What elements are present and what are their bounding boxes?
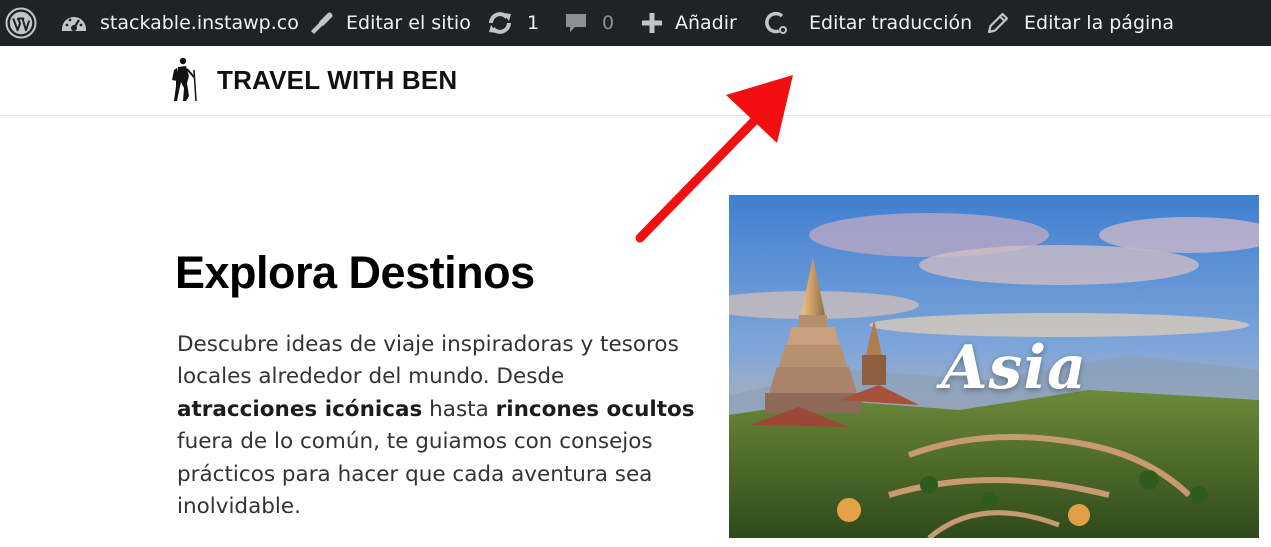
site-title[interactable]: TRAVEL WITH BEN <box>217 65 457 96</box>
hiker-logo[interactable] <box>172 56 200 102</box>
updates-icon <box>489 12 511 34</box>
updates-menu[interactable]: 1 <box>487 0 539 46</box>
updates-count: 1 <box>527 12 540 34</box>
site-header: TRAVEL WITH BEN <box>0 46 1271 116</box>
customize-label: Editar el sitio <box>346 12 471 34</box>
customize-menu[interactable]: Editar el sitio <box>306 0 471 46</box>
hero-title: Explora Destinos <box>175 247 535 298</box>
asia-destination-card[interactable]: Asia <box>729 195 1259 538</box>
wp-logo-menu[interactable] <box>4 0 38 46</box>
destination-label: Asia <box>941 333 1088 403</box>
new-content-menu[interactable]: Añadir <box>641 0 737 46</box>
hero-bold-hidden: rincones ocultos <box>495 396 695 422</box>
dashboard-icon <box>62 17 86 31</box>
customize-brush-icon <box>311 12 333 34</box>
edit-page-label: Editar la página <box>1024 12 1174 34</box>
hero-bold-iconic: atracciones icónicas <box>177 396 423 422</box>
hero-text-part: hasta <box>422 396 496 422</box>
translate-icon <box>765 11 787 34</box>
edit-page-menu[interactable]: Editar la página <box>986 0 1174 46</box>
site-name-menu[interactable]: stackable.instawp.co <box>60 0 299 46</box>
hero-description: Descubre ideas de viaje inspiradoras y t… <box>177 329 707 523</box>
wordpress-icon <box>5 7 37 39</box>
edit-translation-menu[interactable]: Editar traducción <box>763 0 972 46</box>
new-content-label: Añadir <box>675 12 737 34</box>
hero-text-part: fuera de lo común, te guiamos con consej… <box>177 429 653 520</box>
plus-icon <box>642 13 662 33</box>
pencil-icon <box>987 12 1009 34</box>
comments-count: 0 <box>602 12 615 34</box>
comments-menu[interactable]: 0 <box>564 0 614 46</box>
admin-bar: stackable.instawp.co Editar el sitio 1 0… <box>0 0 1271 46</box>
comment-icon <box>566 14 586 32</box>
site-name-label: stackable.instawp.co <box>100 12 299 34</box>
hero-text-part: Descubre ideas de viaje inspiradoras y t… <box>177 332 679 390</box>
edit-translation-label: Editar traducción <box>809 12 973 34</box>
